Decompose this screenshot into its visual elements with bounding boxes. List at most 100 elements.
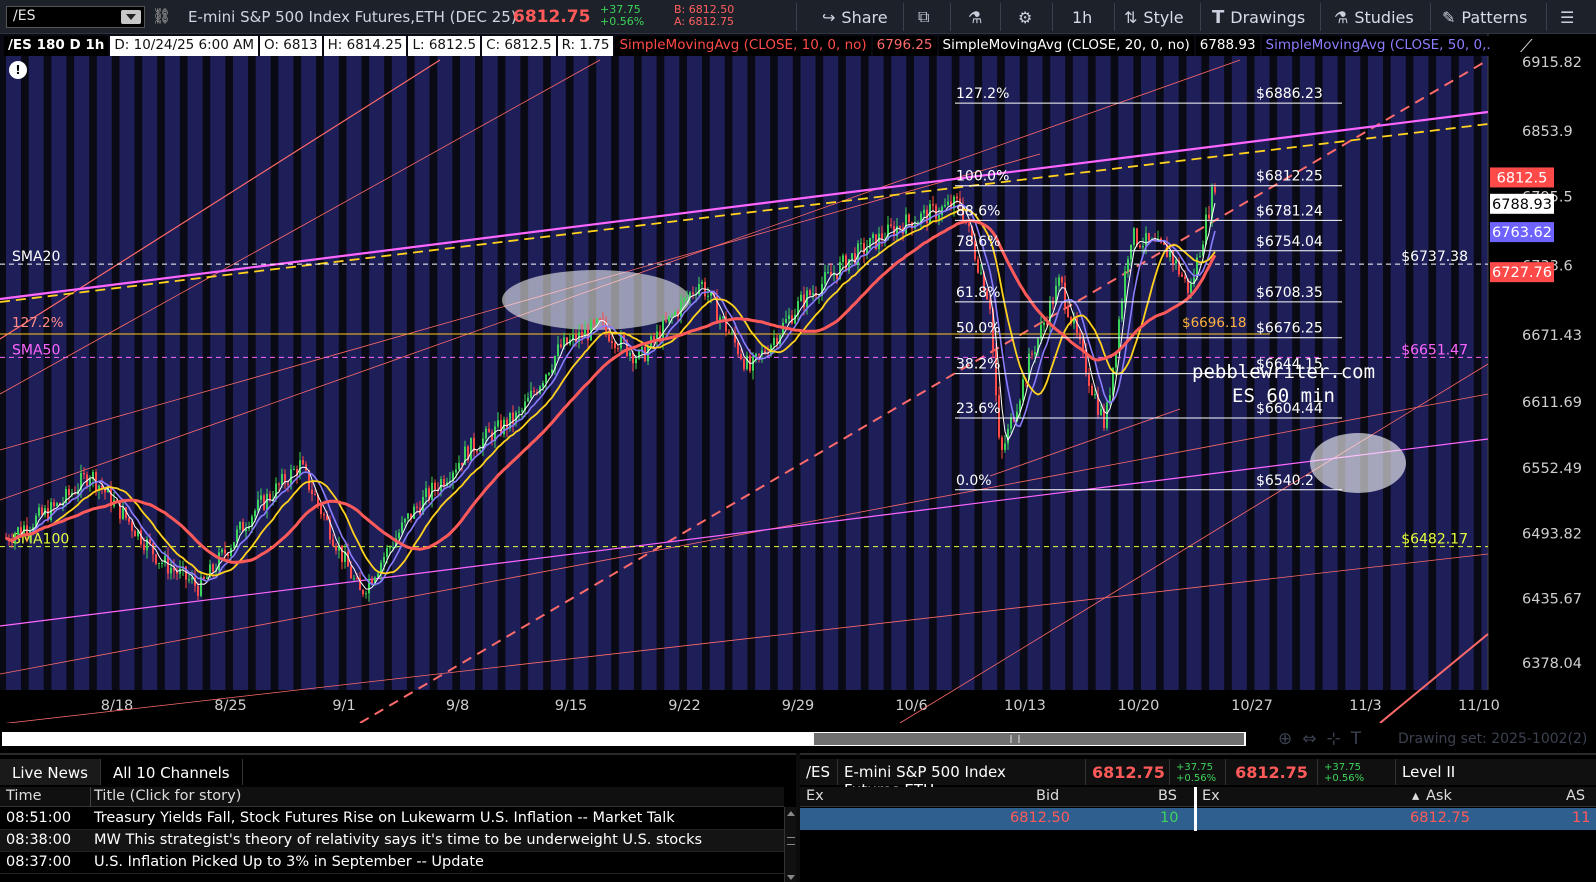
candle-body: [1031, 353, 1033, 355]
candle-body: [617, 348, 619, 350]
drawings-label: Drawings: [1230, 7, 1306, 27]
candle-body: [1208, 214, 1210, 219]
alert-icon[interactable]: !: [9, 61, 27, 79]
price-tick-label: 6915.82: [1522, 55, 1582, 71]
settings-button[interactable]: ⚙: [1018, 4, 1032, 30]
studies-button[interactable]: ⚗ Studies: [1334, 4, 1414, 30]
candle-body: [668, 316, 670, 322]
price-axis-settings-icon[interactable]: ⟋: [1520, 36, 1533, 57]
instrument-name: E-mini S&P 500 Index Futures,ETH (DEC 25…: [188, 8, 517, 26]
link-icon[interactable]: ⛓: [152, 7, 171, 25]
candle-body: [1124, 271, 1126, 303]
candle-body: [1094, 394, 1096, 396]
zoom-icon[interactable]: ⊕: [1278, 729, 1292, 749]
price-tick-label: 6671.43: [1522, 328, 1582, 344]
news-header-row: Time Title (Click for story): [0, 787, 784, 807]
candle-body: [665, 320, 667, 322]
info-range: R: 1.75: [557, 36, 614, 56]
fib-level-price: $6781.24: [1256, 203, 1323, 219]
news-row[interactable]: 08:37:00 U.S. Inflation Picked Up to 3% …: [0, 852, 784, 874]
flask-button[interactable]: ⚗: [968, 4, 982, 30]
news-scrollbar[interactable]: [784, 807, 796, 882]
candle-body: [635, 358, 637, 364]
session-band: [28, 56, 44, 690]
fib-level-pct: 100.0%: [956, 169, 1009, 185]
crosshair-icon[interactable]: ⊹: [1327, 729, 1341, 749]
news-title[interactable]: U.S. Inflation Picked Up to 3% in Septem…: [94, 854, 484, 870]
col-bs[interactable]: BS: [1158, 788, 1177, 804]
candle-body: [863, 242, 865, 255]
chart-scrollbar[interactable]: [2, 732, 1246, 746]
menu-button[interactable]: ☰: [1560, 4, 1574, 30]
timeframe-button[interactable]: 1h: [1072, 4, 1092, 30]
sort-asc-icon[interactable]: ▴: [1412, 788, 1419, 804]
info-symbol-period: /ES 180 D 1h: [4, 36, 109, 56]
fib-level-pct: 127.2%: [956, 86, 1009, 102]
level2-symbol[interactable]: /ES: [800, 759, 838, 785]
session-band: [823, 56, 839, 690]
info-sma20-label[interactable]: SimpleMovingAvg (CLOSE, 20, 0, no): [938, 36, 1194, 56]
price-tick-label: 6552.49: [1522, 461, 1582, 477]
scroll-up-icon[interactable]: [787, 811, 795, 816]
candle-body: [491, 432, 493, 442]
info-open: O: 6813: [260, 36, 322, 56]
share-button[interactable]: ↪ Share: [822, 4, 888, 30]
candle-body: [506, 419, 508, 429]
chevron-down-icon[interactable]: [121, 10, 141, 24]
date-tick-label: 11/3: [1349, 698, 1382, 714]
date-tick-label: 10/6: [895, 698, 928, 714]
scroll-down-icon[interactable]: [787, 875, 795, 880]
candle-body: [731, 332, 733, 334]
col-ask[interactable]: Ask: [1426, 788, 1452, 804]
candle-body: [149, 539, 151, 544]
candle-body: [1133, 228, 1135, 245]
snapshot-button[interactable]: ⧉: [918, 4, 929, 30]
info-sma10-label[interactable]: SimpleMovingAvg (CLOSE, 10, 0, no): [615, 36, 871, 56]
candle-body: [1064, 282, 1066, 308]
candle-body: [968, 223, 970, 227]
price-chart[interactable]: 6915.826853.96795.56733.66671.436611.696…: [0, 34, 1596, 723]
level2-title[interactable]: Level II: [1396, 759, 1596, 785]
info-sma50-label[interactable]: SimpleMovingAvg (CLOSE, 50, 0,...: [1261, 36, 1490, 56]
scrollbar-thumb[interactable]: [814, 733, 1244, 745]
scroll-grip-icon[interactable]: [787, 837, 795, 845]
patterns-button[interactable]: ✎ Patterns: [1442, 4, 1527, 30]
candle-body: [869, 238, 871, 249]
col-ex-bid[interactable]: Ex: [806, 788, 824, 804]
session-band: [528, 56, 544, 690]
candle-body: [947, 201, 949, 205]
level2-change-pct: +0.56%: [1324, 773, 1365, 784]
col-title[interactable]: Title (Click for story): [94, 788, 241, 804]
session-band: [936, 56, 952, 690]
scrollbar-grip-icon[interactable]: [1010, 735, 1020, 743]
fib-level-pct: 23.6%: [956, 401, 1000, 417]
drawing-set-label[interactable]: Drawing set: 2025-1002(2): [1398, 731, 1587, 747]
candle-body: [1130, 244, 1132, 260]
toolbar-separator: [1200, 3, 1201, 31]
col-bid[interactable]: Bid: [1036, 788, 1059, 804]
news-row[interactable]: 08:38:00 MW This strategist's theory of …: [0, 830, 784, 852]
date-tick-label: 10/13: [1004, 698, 1046, 714]
drawings-button[interactable]: T Drawings: [1212, 4, 1305, 30]
watermark-line2: ES 60 min: [1232, 385, 1335, 407]
session-band: [482, 56, 498, 690]
news-row[interactable]: 08:51:00 Treasury Yields Fall, Stock Fut…: [0, 808, 784, 830]
col-ex-ask[interactable]: Ex: [1202, 788, 1220, 804]
level2-header: /ES E-mini S&P 500 Index Futures,ETH 681…: [800, 759, 1596, 799]
level2-row[interactable]: 6812.50 10 6812.75 11: [800, 808, 1596, 830]
symbol-selector[interactable]: /ES: [6, 6, 145, 28]
news-title[interactable]: MW This strategist's theory of relativit…: [94, 832, 702, 848]
fib-level-pct: 61.8%: [956, 285, 1000, 301]
style-button[interactable]: ⇅ Style: [1124, 4, 1184, 30]
pan-icon[interactable]: ⇔: [1302, 729, 1316, 749]
candle-body: [1145, 233, 1147, 247]
tab-all-channels[interactable]: All 10 Channels: [101, 759, 243, 785]
col-as[interactable]: AS: [1566, 788, 1585, 804]
text-tool-icon[interactable]: T: [1351, 729, 1361, 749]
news-title[interactable]: Treasury Yields Fall, Stock Futures Rise…: [94, 810, 675, 826]
watermark-line1: pebblewriter.com: [1192, 361, 1376, 383]
info-close: C: 6812.5: [482, 36, 556, 56]
candle-body: [143, 544, 145, 551]
tab-live-news[interactable]: Live News: [0, 759, 101, 785]
col-time[interactable]: Time: [6, 788, 42, 804]
